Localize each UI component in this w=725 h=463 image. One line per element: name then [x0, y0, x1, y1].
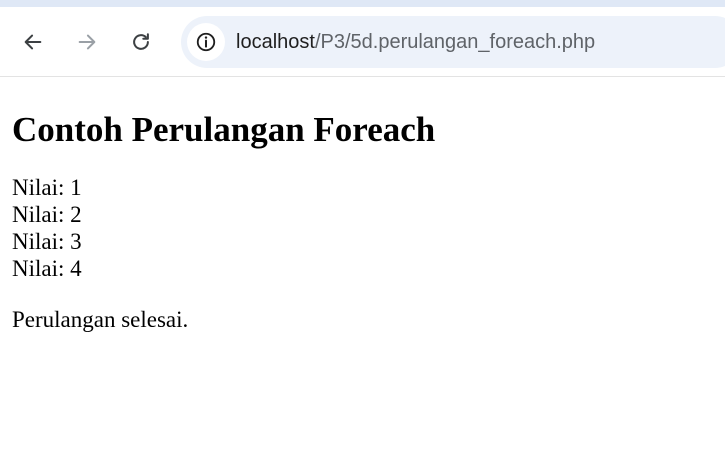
arrow-right-icon: [78, 34, 96, 50]
value-line: Nilai: 3: [12, 229, 82, 254]
url-host: localhost: [236, 31, 315, 53]
url-text[interactable]: localhost/P3/5d.perulangan_foreach.php: [236, 30, 595, 54]
value-line: Nilai: 1: [12, 175, 82, 200]
forward-button[interactable]: [69, 24, 105, 60]
reload-icon: [133, 33, 149, 50]
arrow-left-icon: [24, 34, 42, 50]
address-bar[interactable]: localhost/P3/5d.perulangan_foreach.php: [181, 16, 725, 68]
url-path: /P3/5d.perulangan_foreach.php: [314, 31, 596, 53]
reload-button[interactable]: [123, 24, 159, 60]
page-content: Contoh Perulangan Foreach Nilai: 1 Nilai…: [0, 77, 725, 333]
site-info-button[interactable]: [187, 23, 225, 61]
tab-strip: [0, 0, 725, 7]
info-icon: [196, 32, 216, 52]
browser-toolbar: localhost/P3/5d.perulangan_foreach.php: [0, 0, 725, 77]
page-title: Contoh Perulangan Foreach: [12, 110, 436, 149]
value-line: Nilai: 4: [12, 256, 82, 281]
completion-message: Perulangan selesai.: [12, 307, 189, 332]
back-button[interactable]: [15, 24, 51, 60]
value-list: Nilai: 1 Nilai: 2 Nilai: 3 Nilai: 4: [12, 174, 713, 282]
value-line: Nilai: 2: [12, 202, 82, 227]
